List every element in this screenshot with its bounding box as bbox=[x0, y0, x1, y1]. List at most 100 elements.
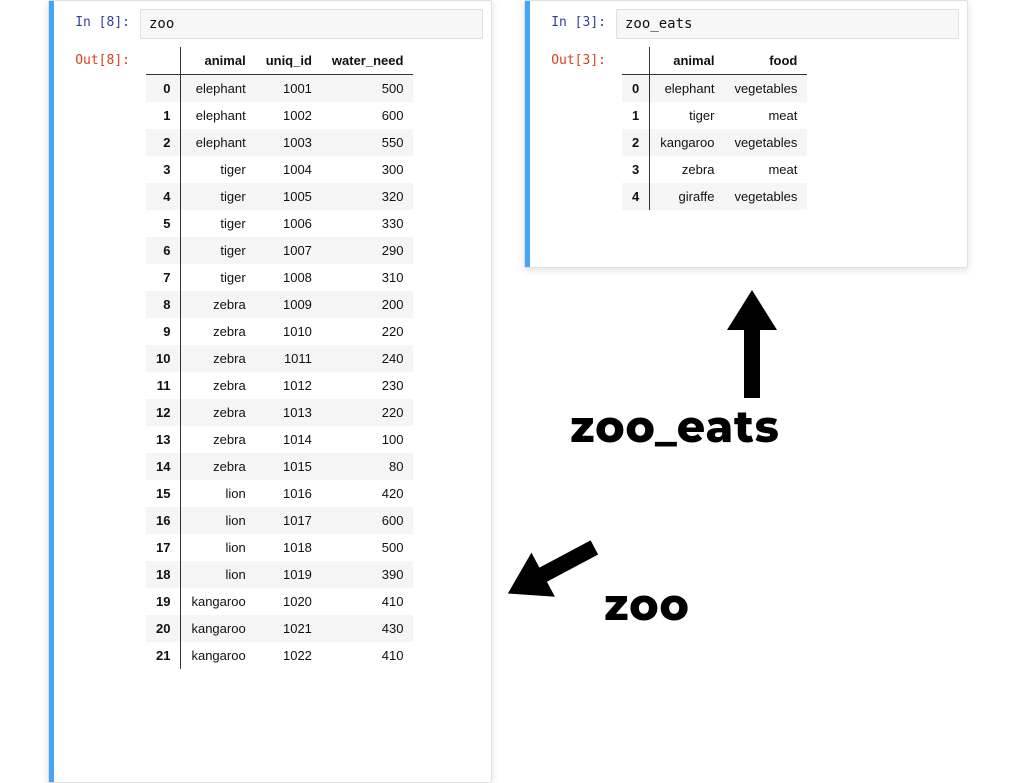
row-index: 1 bbox=[622, 102, 650, 129]
code-input[interactable]: zoo bbox=[140, 9, 483, 39]
row-index: 3 bbox=[146, 156, 181, 183]
cell-animal: kangaroo bbox=[650, 129, 725, 156]
cell-food: meat bbox=[724, 102, 807, 129]
cell-animal: kangaroo bbox=[181, 588, 256, 615]
cell-uniq-id: 1016 bbox=[256, 480, 322, 507]
row-index: 18 bbox=[146, 561, 181, 588]
cell-animal: zebra bbox=[181, 318, 256, 345]
cell-water-need: 320 bbox=[322, 183, 414, 210]
cell-water-need: 420 bbox=[322, 480, 414, 507]
table-row: 20kangaroo1021430 bbox=[146, 615, 413, 642]
row-index: 11 bbox=[146, 372, 181, 399]
row-index: 10 bbox=[146, 345, 181, 372]
in-prompt: In [8]: bbox=[54, 9, 140, 39]
table-row: 6tiger1007290 bbox=[146, 237, 413, 264]
input-cell: In [8]: zoo bbox=[54, 5, 491, 43]
cell-water-need: 390 bbox=[322, 561, 414, 588]
cell-uniq-id: 1006 bbox=[256, 210, 322, 237]
table-row: 21kangaroo1022410 bbox=[146, 642, 413, 669]
table-row: 10zebra1011240 bbox=[146, 345, 413, 372]
notebook-panel-left: In [8]: zoo Out[8]: animal uniq_id water… bbox=[48, 0, 492, 783]
row-index: 2 bbox=[146, 129, 181, 156]
cell-water-need: 330 bbox=[322, 210, 414, 237]
cell-uniq-id: 1011 bbox=[256, 345, 322, 372]
cell-uniq-id: 1017 bbox=[256, 507, 322, 534]
cell-animal: elephant bbox=[650, 75, 725, 103]
cell-water-need: 100 bbox=[322, 426, 414, 453]
row-index: 0 bbox=[622, 75, 650, 103]
table-header-row: animal food bbox=[622, 47, 807, 75]
cell-animal: lion bbox=[181, 480, 256, 507]
table-row: 0elephantvegetables bbox=[622, 75, 807, 103]
arrow-up-icon bbox=[722, 290, 782, 400]
table-row: 14zebra101580 bbox=[146, 453, 413, 480]
table-row: 3tiger1004300 bbox=[146, 156, 413, 183]
row-index: 21 bbox=[146, 642, 181, 669]
code-input[interactable]: zoo_eats bbox=[616, 9, 959, 39]
dataframe-zoo-eats: animal food 0elephantvegetables1tigermea… bbox=[622, 47, 807, 210]
table-row: 13zebra1014100 bbox=[146, 426, 413, 453]
cell-water-need: 430 bbox=[322, 615, 414, 642]
cell-uniq-id: 1004 bbox=[256, 156, 322, 183]
col-header: water_need bbox=[322, 47, 414, 75]
row-index: 16 bbox=[146, 507, 181, 534]
cell-animal: kangaroo bbox=[181, 615, 256, 642]
table-row: 12zebra1013220 bbox=[146, 399, 413, 426]
cell-animal: tiger bbox=[181, 210, 256, 237]
cell-animal: tiger bbox=[181, 156, 256, 183]
arrow-left-icon bbox=[502, 530, 602, 610]
cell-uniq-id: 1020 bbox=[256, 588, 322, 615]
cell-animal: kangaroo bbox=[181, 642, 256, 669]
table-row: 9zebra1010220 bbox=[146, 318, 413, 345]
table-row: 2elephant1003550 bbox=[146, 129, 413, 156]
cell-animal: zebra bbox=[650, 156, 725, 183]
cell-animal: elephant bbox=[181, 129, 256, 156]
cell-uniq-id: 1002 bbox=[256, 102, 322, 129]
cell-water-need: 550 bbox=[322, 129, 414, 156]
annotation-label-zoo: zoo bbox=[604, 578, 690, 632]
col-header: animal bbox=[181, 47, 256, 75]
cell-uniq-id: 1012 bbox=[256, 372, 322, 399]
table-row: 8zebra1009200 bbox=[146, 291, 413, 318]
cell-animal: tiger bbox=[181, 183, 256, 210]
row-index: 6 bbox=[146, 237, 181, 264]
index-header bbox=[146, 47, 181, 75]
row-index: 13 bbox=[146, 426, 181, 453]
cell-uniq-id: 1005 bbox=[256, 183, 322, 210]
table-row: 4tiger1005320 bbox=[146, 183, 413, 210]
row-index: 12 bbox=[146, 399, 181, 426]
cell-food: vegetables bbox=[724, 75, 807, 103]
table-row: 11zebra1012230 bbox=[146, 372, 413, 399]
cell-water-need: 230 bbox=[322, 372, 414, 399]
cell-uniq-id: 1010 bbox=[256, 318, 322, 345]
row-index: 4 bbox=[146, 183, 181, 210]
col-header: food bbox=[724, 47, 807, 75]
table-row: 3zebrameat bbox=[622, 156, 807, 183]
cell-animal: zebra bbox=[181, 399, 256, 426]
cell-uniq-id: 1008 bbox=[256, 264, 322, 291]
row-index: 19 bbox=[146, 588, 181, 615]
cell-animal: zebra bbox=[181, 291, 256, 318]
cell-uniq-id: 1003 bbox=[256, 129, 322, 156]
col-header: animal bbox=[650, 47, 725, 75]
table-row: 1tigermeat bbox=[622, 102, 807, 129]
cell-water-need: 410 bbox=[322, 588, 414, 615]
execution-bar bbox=[525, 1, 530, 267]
row-index: 20 bbox=[146, 615, 181, 642]
cell-animal: zebra bbox=[181, 453, 256, 480]
table-row: 7tiger1008310 bbox=[146, 264, 413, 291]
notebook-panel-right: In [3]: zoo_eats Out[3]: animal food 0el… bbox=[524, 0, 968, 268]
cell-uniq-id: 1022 bbox=[256, 642, 322, 669]
table-row: 0elephant1001500 bbox=[146, 75, 413, 103]
table-row: 5tiger1006330 bbox=[146, 210, 413, 237]
input-cell: In [3]: zoo_eats bbox=[530, 5, 967, 43]
col-header: uniq_id bbox=[256, 47, 322, 75]
table-row: 16lion1017600 bbox=[146, 507, 413, 534]
table-row: 19kangaroo1020410 bbox=[146, 588, 413, 615]
row-index: 17 bbox=[146, 534, 181, 561]
cell-uniq-id: 1013 bbox=[256, 399, 322, 426]
annotation-label-zoo-eats: zoo_eats bbox=[570, 400, 780, 454]
cell-animal: tiger bbox=[181, 237, 256, 264]
output-cell: Out[3]: animal food 0elephantvegetables1… bbox=[530, 43, 967, 214]
row-index: 1 bbox=[146, 102, 181, 129]
